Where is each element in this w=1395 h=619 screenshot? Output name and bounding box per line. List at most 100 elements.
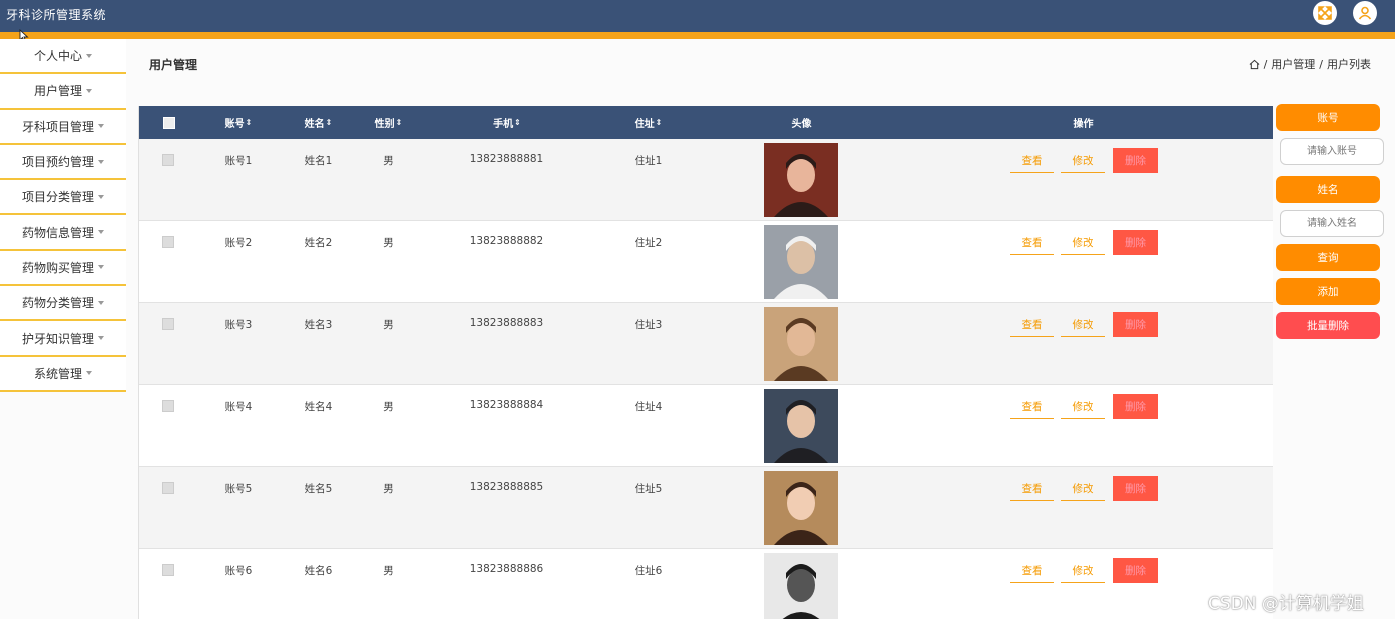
sidebar-item-personal-center[interactable]: 个人中心 [0, 39, 126, 75]
caret-down-icon [98, 159, 104, 164]
cell-phone: 13823888883 [469, 317, 544, 329]
row-checkbox[interactable] [162, 154, 174, 166]
home-icon[interactable] [1249, 59, 1260, 70]
sidebar-item-drug-info[interactable]: 药物信息管理 [0, 215, 126, 251]
delete-button[interactable]: 删除 [1113, 148, 1158, 173]
column-header-address[interactable]: 住址 ⇕ [621, 106, 676, 139]
edit-button[interactable]: 修改 [1061, 559, 1105, 583]
view-button[interactable]: 查看 [1010, 559, 1054, 583]
fullscreen-icon[interactable] [1313, 1, 1337, 25]
edit-button[interactable]: 修改 [1061, 313, 1105, 337]
row-checkbox[interactable] [162, 318, 174, 330]
view-button[interactable]: 查看 [1010, 231, 1054, 255]
name-label-button: 姓名 [1276, 176, 1380, 203]
breadcrumb-separator: / [1263, 57, 1268, 71]
avatar [764, 143, 838, 217]
sidebar-item-appointments[interactable]: 项目预约管理 [0, 144, 126, 181]
cell-phone: 13823888885 [469, 481, 544, 493]
cell-name: 姓名5 [304, 483, 333, 495]
delete-button[interactable]: 删除 [1113, 312, 1158, 337]
top-bar: 牙科诊所管理系统 [0, 0, 1395, 32]
cell-account: 账号3 [224, 319, 253, 331]
caret-down-icon [98, 265, 104, 270]
sidebar-item-label: 药物分类管理 [21, 296, 94, 311]
cell-account: 账号6 [224, 565, 253, 577]
column-header-actions: 操作 [1073, 119, 1094, 130]
column-header-name[interactable]: 姓名 ⇕ [291, 106, 346, 139]
view-button[interactable]: 查看 [1010, 395, 1054, 419]
row-checkbox[interactable] [162, 564, 174, 576]
sidebar-item-label: 牙科项目管理 [21, 119, 94, 134]
sidebar-item-drug-purchase[interactable]: 药物购买管理 [0, 250, 126, 287]
cell-phone: 13823888881 [469, 153, 544, 165]
user-icon[interactable] [1353, 1, 1377, 25]
sidebar-item-drug-categories[interactable]: 药物分类管理 [0, 286, 126, 322]
avatar [764, 553, 838, 619]
view-button[interactable]: 查看 [1010, 313, 1054, 337]
caret-down-icon [98, 230, 104, 235]
cell-address: 住址4 [634, 401, 663, 413]
select-all-checkbox[interactable] [162, 106, 176, 139]
cell-address: 住址3 [634, 319, 663, 331]
avatar [764, 471, 838, 545]
cell-phone: 13823888884 [469, 399, 544, 411]
cell-account: 账号4 [224, 401, 253, 413]
edit-button[interactable]: 修改 [1061, 477, 1105, 501]
row-checkbox[interactable] [162, 400, 174, 412]
breadcrumb: / 用户管理 / 用户列表 [1249, 56, 1371, 72]
delete-button[interactable]: 删除 [1113, 558, 1158, 583]
sidebar-item-label: 药物购买管理 [21, 260, 94, 275]
cell-account: 账号5 [224, 483, 253, 495]
view-button[interactable]: 查看 [1010, 477, 1054, 501]
sidebar-item-dental-projects[interactable]: 牙科项目管理 [0, 109, 126, 145]
row-checkbox[interactable] [162, 482, 174, 494]
caret-down-icon [86, 371, 92, 376]
sidebar-item-user-management[interactable]: 用户管理 [0, 74, 126, 110]
edit-button[interactable]: 修改 [1061, 231, 1105, 255]
account-search-input[interactable] [1280, 138, 1384, 165]
page-title: 用户管理 [149, 58, 198, 72]
table-row: 账号5 姓名5 男 13823888885 住址5 查看 修改 删除 [139, 467, 1273, 549]
query-button[interactable]: 查询 [1276, 244, 1380, 271]
caret-down-icon [86, 53, 92, 58]
user-table: 账号 ⇕ 姓名 ⇕ 性别 ⇕ 手机 ⇕ 住址 ⇕ 头像 操作 账号1 姓名1 男 1382… [138, 106, 1273, 619]
cell-name: 姓名4 [304, 401, 333, 413]
sort-icon: ⇕ [395, 117, 403, 127]
table-header: 账号 ⇕ 姓名 ⇕ 性别 ⇕ 手机 ⇕ 住址 ⇕ 头像 操作 [139, 106, 1273, 139]
column-header-gender[interactable]: 性别 ⇕ [361, 106, 416, 139]
sidebar-item-label: 系统管理 [33, 366, 82, 381]
accent-stripe [0, 32, 1395, 39]
cell-phone: 13823888882 [469, 235, 544, 247]
cell-gender: 男 [383, 319, 394, 331]
breadcrumb-item[interactable]: 用户管理 [1271, 56, 1315, 72]
column-header-account[interactable]: 账号 ⇕ [211, 106, 266, 139]
cell-gender: 男 [383, 565, 394, 577]
view-button[interactable]: 查看 [1010, 149, 1054, 173]
app-title: 牙科诊所管理系统 [6, 8, 107, 22]
sidebar-item-project-categories[interactable]: 项目分类管理 [0, 180, 126, 216]
cell-gender: 男 [383, 155, 394, 167]
caret-down-icon [98, 194, 104, 199]
cell-name: 姓名3 [304, 319, 333, 331]
cell-address: 住址5 [634, 483, 663, 495]
sidebar-item-label: 用户管理 [33, 84, 82, 99]
sidebar-item-label: 个人中心 [33, 49, 82, 64]
cell-account: 账号2 [224, 237, 253, 249]
sidebar-item-dental-knowledge[interactable]: 护牙知识管理 [0, 321, 126, 357]
cell-address: 住址2 [634, 237, 663, 249]
sidebar-item-label: 药物信息管理 [21, 225, 94, 240]
edit-button[interactable]: 修改 [1061, 149, 1105, 173]
delete-button[interactable]: 删除 [1113, 394, 1158, 419]
delete-button[interactable]: 删除 [1113, 476, 1158, 501]
edit-button[interactable]: 修改 [1061, 395, 1105, 419]
name-search-input[interactable] [1280, 210, 1384, 237]
sidebar-item-system[interactable]: 系统管理 [0, 356, 126, 392]
row-checkbox[interactable] [162, 236, 174, 248]
delete-button[interactable]: 删除 [1113, 230, 1158, 255]
column-header-phone[interactable]: 手机 ⇕ [472, 106, 542, 139]
caret-down-icon [98, 336, 104, 341]
batch-delete-button[interactable]: 批量删除 [1276, 312, 1380, 339]
avatar [764, 225, 838, 299]
cell-gender: 男 [383, 237, 394, 249]
add-button[interactable]: 添加 [1276, 278, 1380, 305]
